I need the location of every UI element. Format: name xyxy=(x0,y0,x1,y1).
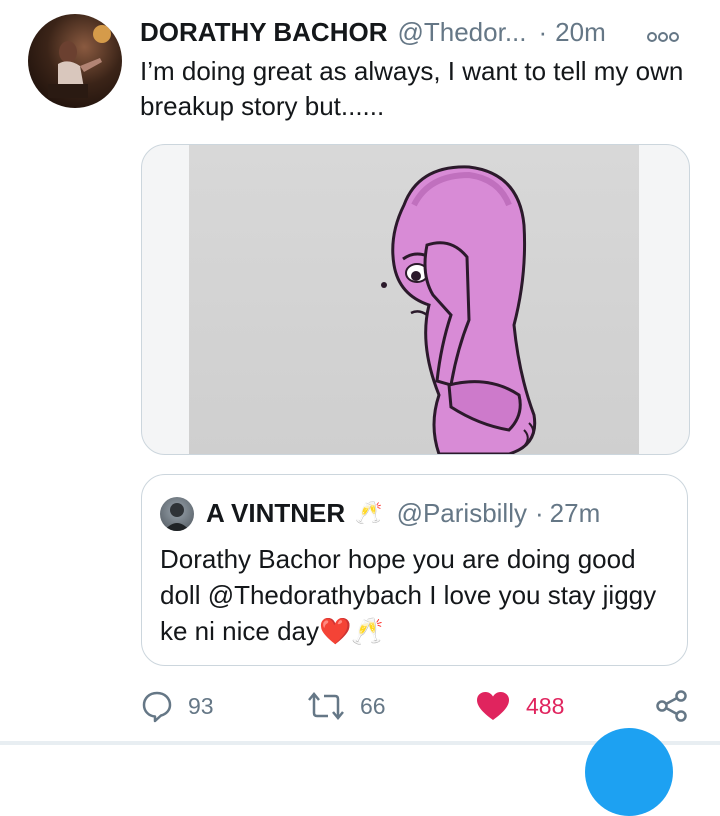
reply-icon xyxy=(142,691,172,723)
sad-character-illustration xyxy=(381,165,537,454)
like-button[interactable]: 488 xyxy=(474,684,564,728)
quoted-tweet[interactable]: A VINTNER 🥂 @Parisbilly · 27m Dorathy Ba… xyxy=(141,474,688,666)
quoted-tweet-body: Dorathy Bachor hope you are doing good d… xyxy=(160,544,657,646)
quoted-author-handle[interactable]: @Parisbilly xyxy=(397,498,527,529)
tweet-text: I’m doing great as always, I want to tel… xyxy=(140,56,684,121)
like-count: 488 xyxy=(526,692,565,719)
tweet-media[interactable] xyxy=(141,144,690,455)
retweet-icon xyxy=(308,692,344,720)
profile-photo-icon xyxy=(164,503,190,531)
quoted-tweet-header: A VINTNER 🥂 @Parisbilly · 27m xyxy=(206,495,600,531)
author-avatar[interactable] xyxy=(28,14,122,108)
clinking-glasses-emoji: 🥂 xyxy=(351,616,384,646)
separator-dot: · xyxy=(534,497,544,528)
clinking-glasses-emoji: 🥂 xyxy=(355,500,383,525)
more-options-icon[interactable] xyxy=(646,20,680,51)
profile-photo-icon xyxy=(48,25,111,98)
quoted-tweet-text: Dorathy Bachor hope you are doing good d… xyxy=(160,541,675,649)
separator-dot: · xyxy=(538,16,548,47)
reply-button[interactable]: 93 xyxy=(140,684,214,728)
author-name[interactable]: DORATHY BACHOR xyxy=(140,17,387,48)
tweet-header: DORATHY BACHOR @Thedor... · 20m xyxy=(140,16,700,48)
compose-tweet-button[interactable] xyxy=(585,728,673,816)
heart-icon xyxy=(477,692,509,720)
tweet-actions: 93 66 488 xyxy=(140,684,700,728)
red-heart-emoji: ❤️ xyxy=(318,616,352,646)
retweet-button[interactable]: 66 xyxy=(306,684,386,728)
share-button[interactable] xyxy=(655,684,703,728)
tweet-time[interactable]: 20m xyxy=(555,17,606,48)
reply-count: 93 xyxy=(188,692,214,719)
quoted-author-avatar[interactable] xyxy=(160,497,194,531)
share-icon xyxy=(656,690,687,722)
meme-image[interactable] xyxy=(189,145,639,454)
quoted-tweet-time[interactable]: 27m xyxy=(550,498,601,529)
retweet-count: 66 xyxy=(360,692,386,719)
quoted-author-name[interactable]: A VINTNER xyxy=(206,498,345,529)
author-handle[interactable]: @Thedor... xyxy=(397,17,526,48)
